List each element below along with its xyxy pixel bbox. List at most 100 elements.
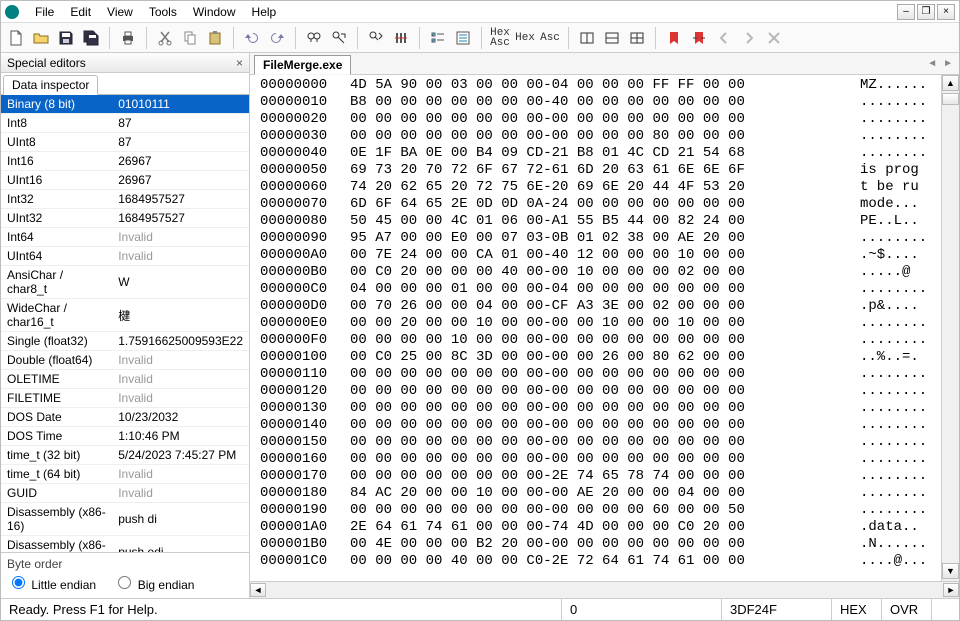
find-next-button[interactable]	[365, 27, 387, 49]
inspector-row[interactable]: FILETIMEInvalid	[1, 389, 249, 408]
hex-row[interactable]: 0000006074 20 62 65 20 72 75 6E-20 69 6E…	[260, 179, 937, 196]
hex-row[interactable]: 000001A02E 64 61 74 61 00 00 00-74 4D 00…	[260, 519, 937, 536]
menu-tools[interactable]: Tools	[141, 3, 185, 21]
maximize-button[interactable]: ❐	[917, 4, 935, 20]
hex-row[interactable]: 0000011000 00 00 00 00 00 00 00-00 00 00…	[260, 366, 937, 383]
bookmark-prev-button[interactable]	[713, 27, 735, 49]
hex-row[interactable]: 000000A000 7E 24 00 00 CA 01 00-40 12 00…	[260, 247, 937, 264]
inspector-row[interactable]: AnsiChar / char8_tW	[1, 266, 249, 299]
copy-button[interactable]	[179, 27, 201, 49]
tab-data-inspector[interactable]: Data inspector	[3, 75, 98, 95]
save-button[interactable]	[55, 27, 77, 49]
scroll-up-icon[interactable]: ▲	[942, 75, 959, 91]
layout-split-h-button[interactable]	[576, 27, 598, 49]
open-file-button[interactable]	[30, 27, 52, 49]
inspector-row[interactable]: Single (float32)1.75916625009593E22	[1, 332, 249, 351]
layout-grid-button[interactable]	[626, 27, 648, 49]
inspector-row[interactable]: WideChar / char16_t楗	[1, 299, 249, 332]
find-button[interactable]	[303, 27, 325, 49]
menu-file[interactable]: File	[27, 3, 62, 21]
goto-button[interactable]	[390, 27, 412, 49]
inspector-row[interactable]: Disassembly (x86-32)push edi	[1, 536, 249, 553]
hex-row[interactable]: 000000D000 70 26 00 00 04 00 00-CF A3 3E…	[260, 298, 937, 315]
minimize-button[interactable]: –	[897, 4, 915, 20]
inspector-row[interactable]: DOS Time1:10:46 PM	[1, 427, 249, 446]
hex-row[interactable]: 000001B000 4E 00 00 00 B2 20 00-00 00 00…	[260, 536, 937, 553]
inspector-row[interactable]: Int1626967	[1, 152, 249, 171]
asc-mode-button[interactable]: Asc	[539, 27, 561, 49]
hex-row[interactable]: 000000400E 1F BA 0E 00 B4 09 CD-21 B8 01…	[260, 145, 937, 162]
settings-button[interactable]	[452, 27, 474, 49]
hex-row[interactable]: 0000002000 00 00 00 00 00 00 00-00 00 00…	[260, 111, 937, 128]
hex-row[interactable]: 000000F000 00 00 00 10 00 00 00-00 00 00…	[260, 332, 937, 349]
hex-view[interactable]: 000000004D 5A 90 00 03 00 00 00-04 00 00…	[250, 75, 941, 581]
print-button[interactable]	[117, 27, 139, 49]
tab-prev-icon[interactable]: ◄	[927, 58, 937, 69]
inspector-row[interactable]: Int887	[1, 114, 249, 133]
inspector-row[interactable]: Binary (8 bit)01010111	[1, 95, 249, 114]
menu-help[interactable]: Help	[244, 3, 285, 21]
hex-row[interactable]: 000000B000 C0 20 00 00 00 40 00-00 10 00…	[260, 264, 937, 281]
hex-row[interactable]: 0000005069 73 20 70 72 6F 67 72-61 6D 20…	[260, 162, 937, 179]
inspector-row[interactable]: OLETIMEInvalid	[1, 370, 249, 389]
inspector-row[interactable]: Int64Invalid	[1, 228, 249, 247]
tab-document[interactable]: FileMerge.exe	[254, 55, 351, 75]
redo-button[interactable]	[266, 27, 288, 49]
hex-mode-button[interactable]: Hex	[514, 27, 536, 49]
inspector-row[interactable]: UInt321684957527	[1, 209, 249, 228]
scroll-down-icon[interactable]: ▼	[942, 563, 959, 579]
hex-row[interactable]: 0000010000 C0 25 00 8C 3D 00 00-00 00 26…	[260, 349, 937, 366]
hex-row[interactable]: 000000706D 6F 64 65 2E 0D 0D 0A-24 00 00…	[260, 196, 937, 213]
scroll-right-icon[interactable]: ►	[943, 583, 959, 597]
hex-row[interactable]: 0000016000 00 00 00 00 00 00 00-00 00 00…	[260, 451, 937, 468]
hex-row[interactable]: 000000004D 5A 90 00 03 00 00 00-04 00 00…	[260, 77, 937, 94]
inspector-row[interactable]: GUIDInvalid	[1, 484, 249, 503]
inspector-row[interactable]: DOS Date10/23/2032	[1, 408, 249, 427]
radio-big-endian[interactable]: Big endian	[113, 578, 194, 592]
bookmark-next-button[interactable]	[738, 27, 760, 49]
inspector-row[interactable]: time_t (64 bit)Invalid	[1, 465, 249, 484]
menu-view[interactable]: View	[99, 3, 141, 21]
inspector-row[interactable]: UInt64Invalid	[1, 247, 249, 266]
hex-row[interactable]: 0000017000 00 00 00 00 00 00 00-2E 74 65…	[260, 468, 937, 485]
hex-row[interactable]: 0000015000 00 00 00 00 00 00 00-00 00 00…	[260, 434, 937, 451]
hex-row[interactable]: 000000E000 00 20 00 00 10 00 00-00 00 10…	[260, 315, 937, 332]
menu-window[interactable]: Window	[185, 3, 244, 21]
horizontal-scrollbar[interactable]: ◄ ►	[250, 581, 959, 598]
hex-row[interactable]: 00000010B8 00 00 00 00 00 00 00-40 00 00…	[260, 94, 937, 111]
bookmark-add-button[interactable]	[663, 27, 685, 49]
inspector-row[interactable]: UInt887	[1, 133, 249, 152]
undo-button[interactable]	[241, 27, 263, 49]
hex-row[interactable]: 0000014000 00 00 00 00 00 00 00-00 00 00…	[260, 417, 937, 434]
paste-button[interactable]	[204, 27, 226, 49]
inspector-row[interactable]: time_t (32 bit)5/24/2023 7:45:27 PM	[1, 446, 249, 465]
new-file-button[interactable]	[5, 27, 27, 49]
hex-row[interactable]: 000000C004 00 00 00 01 00 00 00-04 00 00…	[260, 281, 937, 298]
panel-close-icon[interactable]: ×	[236, 56, 243, 70]
hex-row[interactable]: 000001C000 00 00 00 40 00 00 C0-2E 72 64…	[260, 553, 937, 570]
tab-next-icon[interactable]: ►	[943, 58, 953, 69]
menu-edit[interactable]: Edit	[62, 3, 99, 21]
hex-row[interactable]: 0000003000 00 00 00 00 00 00 00-00 00 00…	[260, 128, 937, 145]
checklist-button[interactable]	[427, 27, 449, 49]
inspector-row[interactable]: UInt1626967	[1, 171, 249, 190]
cut-button[interactable]	[154, 27, 176, 49]
hex-row[interactable]: 0000009095 A7 00 00 E0 00 07 03-0B 01 02…	[260, 230, 937, 247]
replace-button[interactable]	[328, 27, 350, 49]
hex-row[interactable]: 0000008050 45 00 00 4C 01 06 00-A1 55 B5…	[260, 213, 937, 230]
vertical-scrollbar[interactable]: ▲ ▼	[941, 75, 959, 581]
hex-row[interactable]: 0000019000 00 00 00 00 00 00 00-00 00 00…	[260, 502, 937, 519]
save-all-button[interactable]	[80, 27, 102, 49]
hex-row[interactable]: 0000018084 AC 20 00 00 10 00 00-00 AE 20…	[260, 485, 937, 502]
close-button[interactable]: ×	[937, 4, 955, 20]
layout-split-v-button[interactable]	[601, 27, 623, 49]
radio-little-endian[interactable]: Little endian	[7, 578, 96, 592]
bookmark-clear-button[interactable]	[763, 27, 785, 49]
inspector-row[interactable]: Double (float64)Invalid	[1, 351, 249, 370]
inspector-row[interactable]: Disassembly (x86-16)push di	[1, 503, 249, 536]
scroll-thumb[interactable]	[942, 93, 959, 105]
hex-row[interactable]: 0000013000 00 00 00 00 00 00 00-00 00 00…	[260, 400, 937, 417]
inspector-row[interactable]: Int321684957527	[1, 190, 249, 209]
bookmark-list-button[interactable]	[688, 27, 710, 49]
scroll-left-icon[interactable]: ◄	[250, 583, 266, 597]
